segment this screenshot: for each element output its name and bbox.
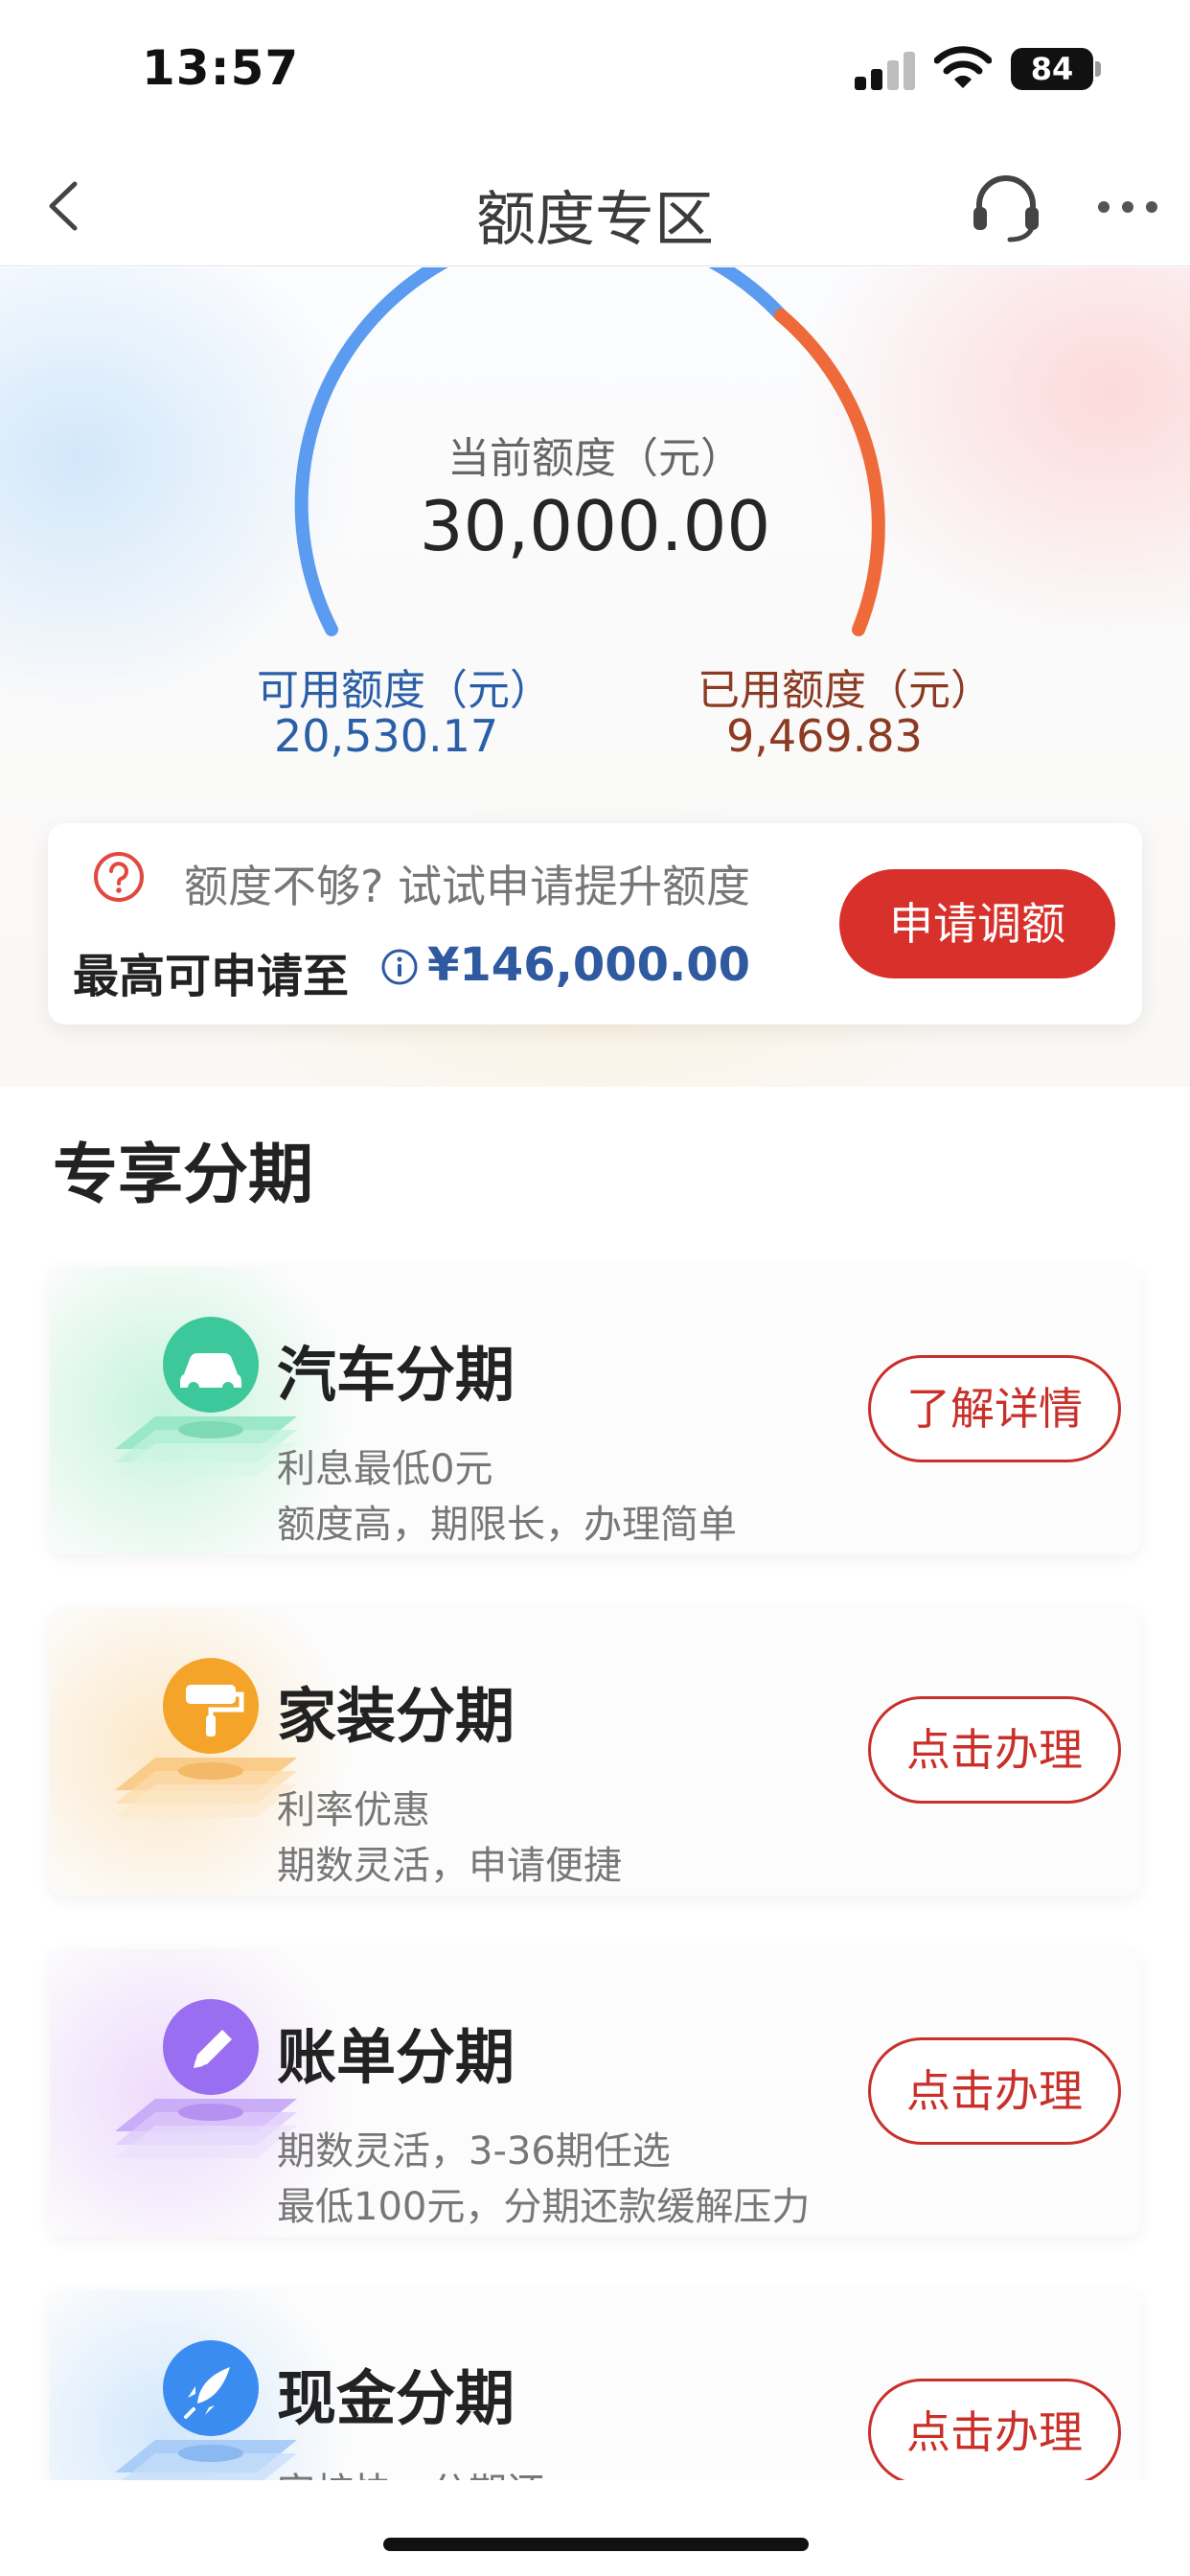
used-quota-label: 已用额度（元） — [698, 666, 993, 715]
plan-desc: 最低100元，分期还款缓解压力 — [277, 2185, 811, 2229]
more-dots-icon[interactable] — [1098, 194, 1161, 218]
pen-icon — [115, 1999, 297, 2158]
plan-card-bill[interactable]: 账单分期 期数灵活，3-36期任选 最低100元，分期还款缓解压力 点击办理 — [50, 1949, 1140, 2237]
current-quota-value: 30,000.00 — [419, 486, 771, 566]
available-quota-value: 20,530.17 — [274, 710, 499, 762]
plan-desc: 期数灵活，申请便捷 — [277, 1844, 622, 1888]
plan-card-car[interactable]: 汽车分期 利息最低0元 额度高，期限长，办理简单 了解详情 — [50, 1267, 1140, 1554]
battery-level: 84 — [1030, 51, 1074, 87]
plan-title: 汽车分期 — [277, 1340, 515, 1410]
home-indicator[interactable] — [383, 2538, 809, 2551]
plan-desc: 利率优惠 — [277, 1788, 430, 1832]
cellular-signal-icon — [855, 50, 916, 90]
max-limit-label: 最高可申请至 — [73, 950, 350, 1003]
max-limit-value: ¥146,000.00 — [427, 938, 751, 992]
plan-title: 家装分期 — [277, 1681, 515, 1751]
wifi-icon — [934, 46, 992, 88]
plan-desc: 额度高，期限长，办理简单 — [277, 1503, 737, 1547]
section-title: 专享分期 — [53, 1138, 314, 1213]
paint-roller-icon — [115, 1658, 297, 1817]
car-icon — [115, 1317, 297, 1476]
current-quota-label: 当前额度（元） — [447, 434, 743, 483]
battery-icon: 84 — [1011, 48, 1101, 90]
apply-adjust-button[interactable]: 申请调额 — [839, 869, 1115, 978]
status-bar: 13:57 84 — [0, 0, 1190, 144]
plan-action-button[interactable]: 点击办理 — [868, 1696, 1121, 1804]
plan-desc: 利息最低0元 — [277, 1447, 493, 1491]
plan-action-button[interactable]: 点击办理 — [868, 2379, 1121, 2486]
headset-icon[interactable] — [968, 171, 1044, 243]
limit-prompt-text: 额度不够? 试试申请提升额度 — [184, 861, 751, 912]
plan-card-home[interactable]: 家装分期 利率优惠 期数灵活，申请便捷 点击办理 — [50, 1608, 1140, 1896]
plan-title: 现金分期 — [277, 2363, 515, 2433]
limit-increase-card: 额度不够? 试试申请提升额度 最高可申请至 ¥146,000.00 申请调额 — [48, 823, 1142, 1024]
plan-title: 账单分期 — [277, 2022, 515, 2092]
available-quota-label: 可用额度（元） — [257, 666, 552, 715]
plan-action-button[interactable]: 了解详情 — [868, 1355, 1121, 1462]
question-circle-icon — [94, 852, 144, 902]
plan-desc: 期数灵活，3-36期任选 — [277, 2129, 671, 2174]
bottom-bar — [0, 2480, 1190, 2576]
quota-hero: 当前额度（元） 30,000.00 可用额度（元） 20,530.17 已用额度… — [0, 267, 1190, 1087]
nav-bar: 额度专区 — [0, 144, 1190, 266]
used-quota-value: 9,469.83 — [726, 710, 923, 762]
info-icon[interactable] — [380, 948, 419, 986]
plan-action-button[interactable]: 点击办理 — [868, 2037, 1121, 2145]
status-time: 13:57 — [142, 40, 300, 96]
